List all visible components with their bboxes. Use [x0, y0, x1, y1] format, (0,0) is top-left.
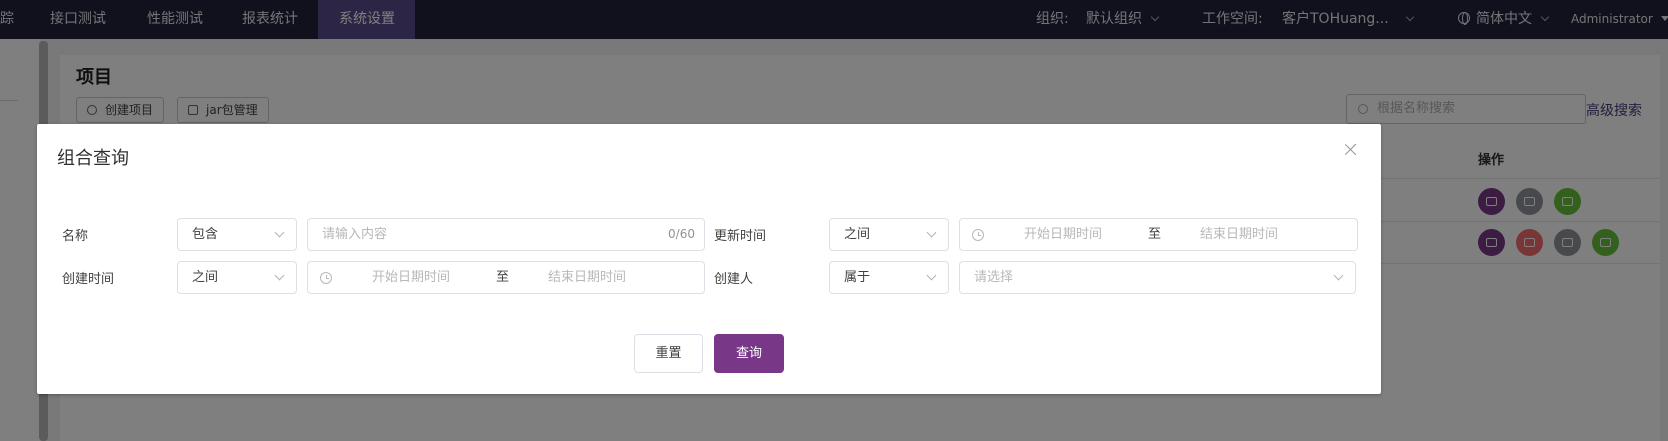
select-value: 之间 — [844, 227, 871, 242]
range-separator: 至 — [1148, 227, 1162, 242]
query-button[interactable]: 查询 — [714, 334, 784, 373]
reset-button[interactable]: 重置 — [634, 334, 703, 373]
select-value: 包含 — [192, 227, 219, 242]
chevron-down-icon — [1333, 270, 1344, 281]
creator-label: 创建人 — [714, 272, 754, 287]
name-label: 名称 — [62, 229, 89, 244]
start-placeholder: 开始日期时间 — [372, 270, 451, 285]
clock-icon — [320, 272, 332, 284]
select-value: 之间 — [192, 270, 219, 285]
create-time-range-picker[interactable]: 开始日期时间 至 结束日期时间 — [307, 261, 705, 294]
name-operator-select[interactable]: 包含 — [177, 218, 297, 251]
close-icon[interactable] — [1343, 142, 1359, 158]
combined-query-dialog: 组合查询 名称 包含 请输入内容 0/60 更新时间 之间 开始日期时间 至 结束… — [37, 124, 1381, 394]
end-placeholder: 结束日期时间 — [548, 270, 627, 285]
create-time-label: 创建时间 — [62, 272, 115, 287]
range-separator: 至 — [496, 270, 510, 285]
creator-operator-select[interactable]: 属于 — [829, 261, 949, 294]
creator-select[interactable]: 请选择 — [959, 261, 1356, 294]
update-time-range-picker[interactable]: 开始日期时间 至 结束日期时间 — [959, 218, 1358, 251]
clock-icon — [972, 229, 984, 241]
select-placeholder: 请选择 — [974, 270, 1014, 285]
input-placeholder: 请输入内容 — [322, 227, 388, 242]
char-counter: 0/60 — [668, 227, 695, 241]
start-placeholder: 开始日期时间 — [1024, 227, 1103, 242]
update-time-label: 更新时间 — [714, 229, 767, 244]
update-time-operator-select[interactable]: 之间 — [829, 218, 949, 251]
name-input[interactable]: 请输入内容 0/60 — [307, 218, 705, 251]
create-time-operator-select[interactable]: 之间 — [177, 261, 297, 294]
chevron-down-icon — [926, 227, 937, 238]
chevron-down-icon — [274, 270, 285, 281]
select-value: 属于 — [844, 270, 871, 285]
dialog-title: 组合查询 — [57, 148, 129, 169]
end-placeholder: 结束日期时间 — [1200, 227, 1279, 242]
chevron-down-icon — [926, 270, 937, 281]
chevron-down-icon — [274, 227, 285, 238]
